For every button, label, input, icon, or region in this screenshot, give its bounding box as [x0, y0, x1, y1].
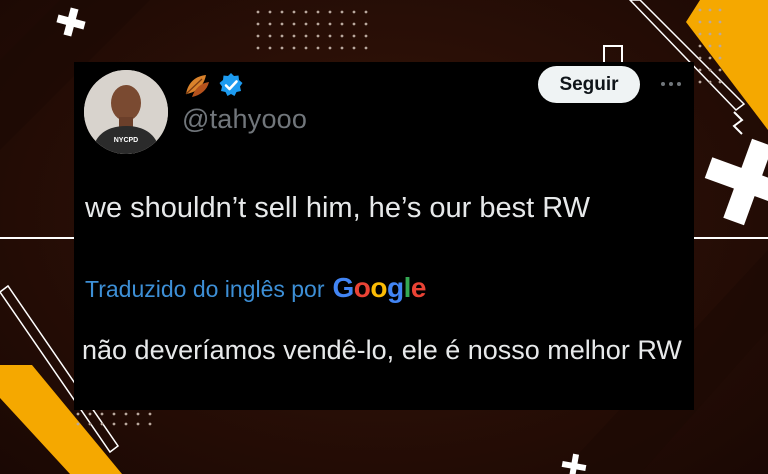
- translation-label[interactable]: Traduzido do inglês por: [85, 276, 325, 303]
- avatar[interactable]: NYCPD: [84, 70, 168, 154]
- google-logo-letter: o: [353, 272, 371, 303]
- avatar-shirt-text: NYCPD: [114, 137, 139, 144]
- translated-text: não deveríamos vendê-lo, ele é nosso mel…: [82, 335, 682, 365]
- leaf-emoji-icon: [185, 75, 209, 97]
- more-dot: [661, 82, 665, 86]
- more-dot: [669, 82, 673, 86]
- google-logo-letter: G: [332, 272, 355, 303]
- verified-badge-icon: [219, 73, 243, 96]
- google-logo-letter: e: [410, 272, 427, 303]
- squiggle-icon: [732, 111, 744, 135]
- user-handle[interactable]: @tahyooo: [182, 104, 307, 135]
- more-icon[interactable]: [656, 76, 686, 92]
- google-logo-letter: l: [403, 272, 412, 303]
- google-logo-letter: g: [387, 272, 404, 303]
- translation-attribution[interactable]: Traduzido do inglês por Google: [85, 272, 426, 304]
- google-logo-letter: o: [370, 272, 388, 303]
- dot-grid: [256, 10, 368, 50]
- tweet-card: NYCPD @tahyooo Seguir we shouldn’t sell …: [74, 62, 694, 410]
- avatar-image: NYCPD: [84, 70, 168, 154]
- google-logo: Google: [332, 272, 427, 304]
- bracket-icon: [603, 45, 623, 62]
- display-name: [182, 70, 244, 100]
- more-dot: [677, 82, 681, 86]
- follow-button[interactable]: Seguir: [538, 66, 640, 103]
- plus-icon: [704, 138, 768, 226]
- yellow-stripe: [686, 0, 768, 130]
- tweet-text: we shouldn’t sell him, he’s our best RW: [85, 192, 591, 224]
